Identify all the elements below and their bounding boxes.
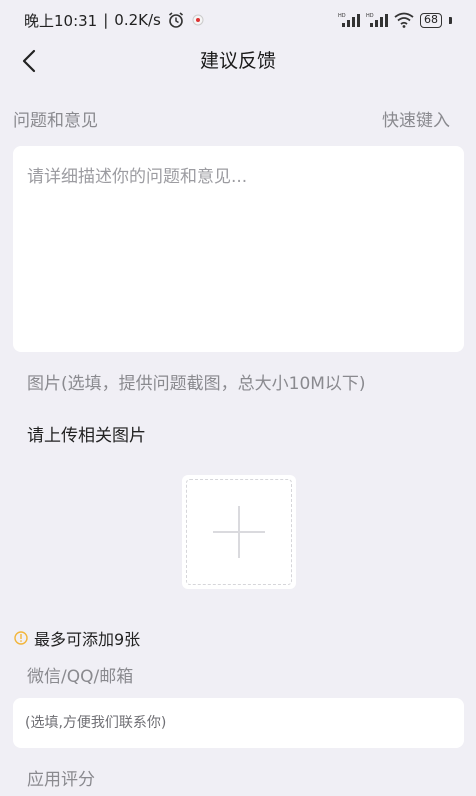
battery-cap [449,16,452,24]
status-bar: 晚上10:31 | 0.2K/s HD HD 68 [0,0,476,40]
feedback-textarea[interactable] [13,146,464,352]
wifi-icon [394,12,414,28]
battery-level: 68 [424,13,438,26]
page-title: 建议反馈 [199,50,276,72]
info-icon [14,631,28,645]
upload-label: 请上传相关图片 [27,426,146,446]
quick-input-button[interactable]: 快速键入 [382,106,450,131]
feedback-screen: 晚上10:31 | 0.2K/s HD HD 68 建议反馈 问题和意见 快速键… [0,0,476,796]
alarm-icon [167,11,185,29]
status-divider: | [103,11,109,29]
plus-icon-vertical [238,506,240,558]
svg-text:HD: HD [366,13,374,19]
signal-icon-2: HD [366,12,388,28]
back-button[interactable] [14,46,44,76]
status-time: 晚上10:31 [24,11,98,30]
status-right: HD HD 68 [338,12,452,28]
svg-text:HD: HD [338,13,346,19]
signal-icon: HD [338,12,360,28]
status-left: 晚上10:31 | 0.2K/s [24,10,205,31]
status-speed: 0.2K/s [114,11,161,29]
chevron-left-icon [22,49,36,73]
notification-icon [191,13,205,27]
contact-input-card [13,698,464,748]
header: 建议反馈 [0,40,476,82]
max-images-tip: 最多可添加9张 [14,626,140,650]
contact-label: 微信/QQ/邮箱 [27,667,134,687]
battery-icon: 68 [420,12,442,28]
max-images-text: 最多可添加9张 [34,630,141,649]
feedback-label: 问题和意见 [13,111,98,131]
rating-label: 应用评分 [27,770,95,790]
image-hint: 图片(选填，提供问题截图，总大小10M以下) [27,374,366,394]
feedback-textarea-card [13,146,464,352]
image-upload-button[interactable] [182,475,296,589]
contact-input[interactable] [13,698,464,748]
